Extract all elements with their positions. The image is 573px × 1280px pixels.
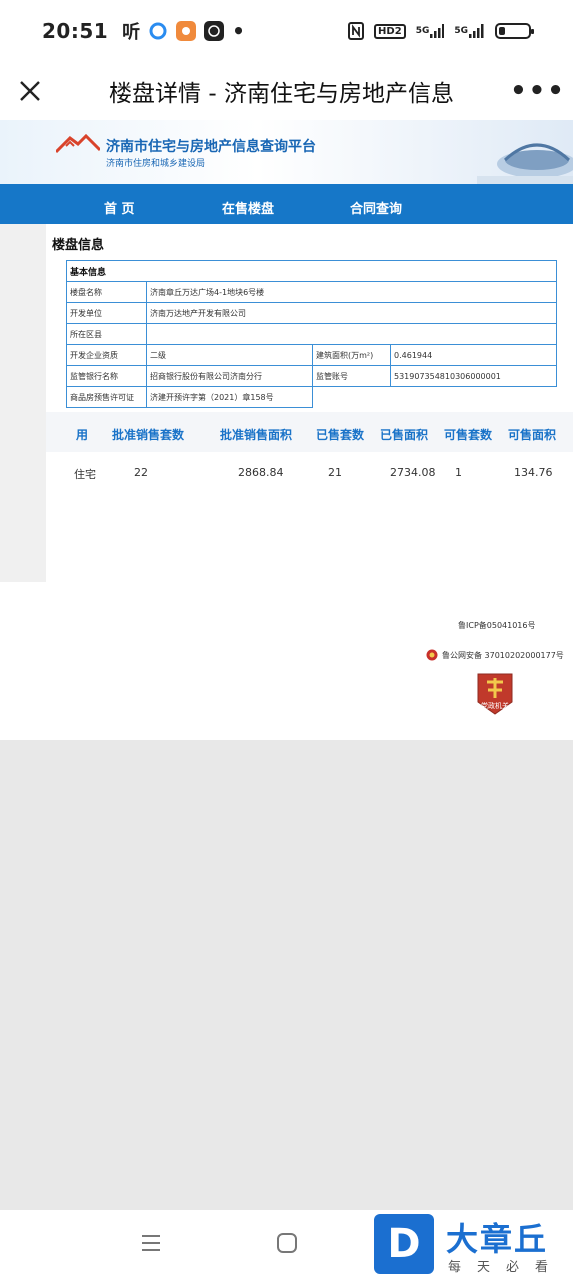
basic-info-header: 基本信息 [66, 260, 557, 282]
more-menu-button[interactable]: ••• [503, 76, 573, 106]
info-empty-cell [313, 387, 557, 408]
watermark-title: 大章丘 [446, 1220, 549, 1258]
nfc-icon [348, 22, 365, 40]
sales-col-use: 用 [76, 428, 89, 442]
dot-icon: • [232, 19, 245, 43]
info-label: 商品房预售许可证 [66, 386, 147, 408]
close-button[interactable] [0, 80, 60, 102]
info-label: 开发单位 [66, 302, 147, 324]
sales-col-approved-units: 批准销售套数 [112, 428, 185, 442]
sales-cell-sold-units: 21 [328, 466, 342, 479]
police-emblem-icon [426, 649, 438, 661]
browser-app-icon [148, 21, 168, 41]
sales-cell-available-area: 134.76 [514, 466, 553, 479]
info-label: 监管账号 [312, 365, 391, 387]
info-label: 所在区县 [66, 323, 147, 345]
sales-col-sold-area: 已售面积 [380, 428, 429, 442]
sales-col-available-area: 可售面积 [508, 428, 557, 442]
stadium-illustration-icon [477, 143, 573, 184]
watermark-subtitle: 每天必看 [448, 1260, 565, 1275]
section-title: 楼盘信息 [52, 238, 105, 253]
police-record[interactable]: 鲁公网安备 37010202000177号 [426, 649, 564, 661]
info-label: 建筑面积(万m²) [312, 344, 391, 366]
status-time: 20:51 [42, 19, 109, 43]
info-value: 二级 [146, 344, 313, 366]
info-label: 楼盘名称 [66, 281, 147, 303]
status-system-icons: HD2 5G 5G [348, 22, 534, 40]
sales-col-approved-area: 批准销售面积 [220, 428, 293, 442]
signal-2-icon: 5G [454, 24, 485, 38]
basic-info-table: 基本信息 楼盘名称 济南章丘万达广场4-1地块6号楼 开发单位 济南万达地产开发… [66, 260, 557, 408]
watermark: D 大章丘 每天必看 [372, 1214, 572, 1276]
site-banner: 济南市住宅与房地产信息查询平台 济南市住房和城乡建设局 [0, 120, 573, 184]
info-value: 济建开预许字第（2021）章158号 [146, 386, 313, 408]
home-nav-button[interactable] [276, 1232, 298, 1258]
info-value: 531907354810306000001 [390, 365, 557, 387]
hd-icon: HD2 [374, 23, 406, 39]
site-title: 济南市住宅与房地产信息查询平台 [106, 139, 316, 155]
web-content: 济南市住宅与房地产信息查询平台 济南市住房和城乡建设局 首 页 在售楼盘 合同查… [0, 120, 573, 740]
info-label: 开发企业资质 [66, 344, 147, 366]
icp-license-link[interactable]: 鲁ICP备05041016号 [458, 620, 536, 631]
nav-contract-query[interactable]: 合同查询 [350, 198, 402, 217]
sales-table-header: 用 批准销售套数 批准销售面积 已售套数 已售面积 可售套数 可售面积 [46, 412, 573, 452]
close-icon [20, 81, 40, 101]
social-app-icon [204, 21, 225, 41]
site-navbar: 首 页 在售楼盘 合同查询 [0, 184, 573, 224]
government-badge[interactable]: 党政机关 [476, 672, 514, 716]
info-value: 济南万达地产开发有限公司 [146, 302, 557, 324]
house-roof-logo-icon [56, 134, 100, 154]
nav-on-sale[interactable]: 在售楼盘 [222, 198, 274, 217]
menu-icon [142, 1235, 160, 1251]
sales-cell-available-units: 1 [455, 466, 462, 479]
watermark-logo: D [374, 1214, 434, 1274]
status-notifications: 听 • [122, 18, 245, 44]
info-value: 招商银行股份有限公司济南分行 [146, 365, 313, 387]
site-subtitle: 济南市住房和城乡建设局 [106, 159, 206, 169]
battery-icon [495, 23, 534, 39]
info-value: 济南章丘万达广场4-1地块6号楼 [146, 281, 557, 303]
sales-col-sold-units: 已售套数 [316, 428, 365, 442]
home-square-icon [277, 1233, 297, 1253]
sales-cell-approved-units: 22 [134, 466, 148, 479]
info-value: 0.461944 [390, 344, 557, 366]
sales-cell-approved-area: 2868.84 [238, 466, 284, 479]
nav-home[interactable]: 首 页 [104, 198, 135, 217]
app-title-bar: 楼盘详情 - 济南住宅与房地产信息 ••• [0, 62, 573, 120]
police-record-text: 鲁公网安备 37010202000177号 [442, 650, 564, 660]
signal-1-icon: 5G [416, 24, 445, 38]
game-app-icon [176, 21, 197, 41]
info-value [146, 323, 557, 345]
sales-col-available-units: 可售套数 [444, 428, 493, 442]
listen-app-icon: 听 [122, 22, 141, 43]
status-bar: 20:51 听 • HD2 5G 5G [0, 0, 573, 62]
sales-cell-use: 住宅 [74, 468, 96, 481]
info-label: 监管银行名称 [66, 365, 147, 387]
menu-nav-button[interactable] [140, 1232, 162, 1258]
page-title: 楼盘详情 - 济南住宅与房地产信息 [109, 81, 454, 107]
badge-text: 党政机关 [481, 702, 509, 710]
sales-cell-sold-area: 2734.08 [390, 466, 436, 479]
